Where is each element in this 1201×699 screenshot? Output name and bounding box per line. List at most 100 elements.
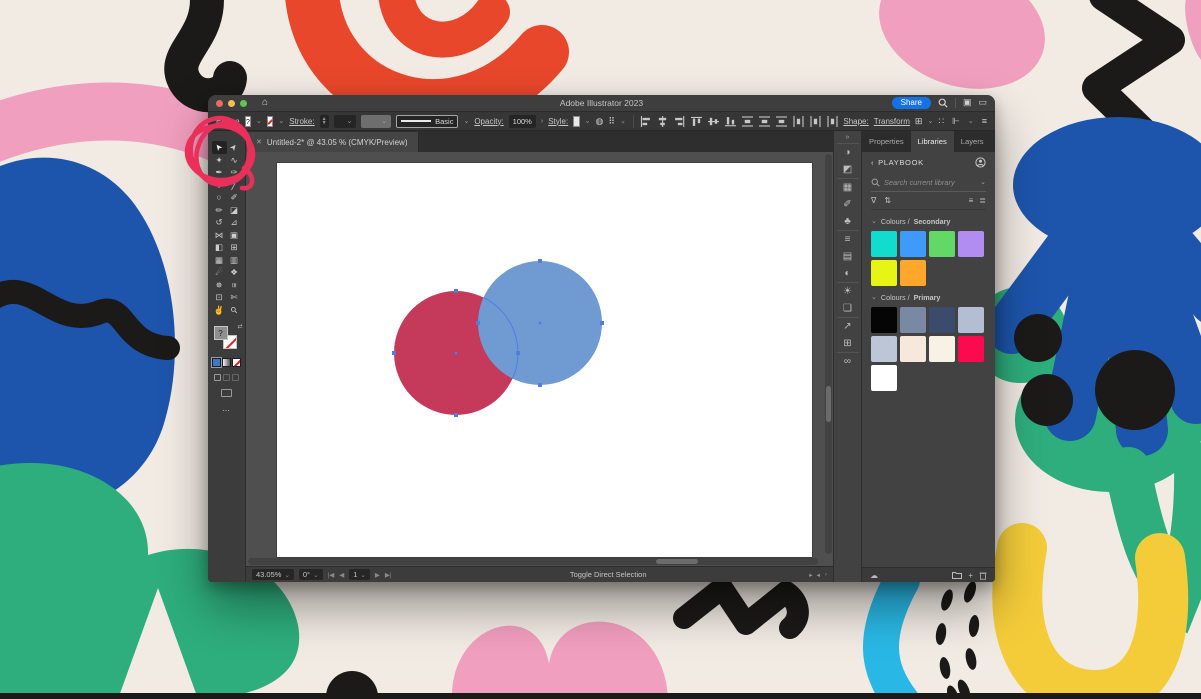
eyedropper-tool[interactable]: ☄ [212,266,227,279]
style-chip[interactable] [573,115,580,127]
swatch[interactable] [929,336,955,362]
swatch[interactable] [958,307,984,333]
swap-fill-stroke-icon[interactable]: ⇄ [237,323,242,330]
shape-label[interactable]: Shape: [843,117,868,126]
style-chevron-icon[interactable]: ⌄ [585,118,591,125]
curvature-tool[interactable]: ✑ [227,166,242,179]
draw-inside-icon[interactable] [232,374,239,381]
screen-mode-button[interactable] [221,389,232,397]
arrange-documents-icon[interactable]: ▭ [978,98,987,107]
align-left-icon[interactable] [640,115,651,127]
tab-properties[interactable]: Properties [862,131,911,152]
add-item-icon[interactable]: + [968,571,973,580]
eraser-tool[interactable]: ◪ [227,204,242,217]
artboard-chevron-icon[interactable]: ⌄ [360,571,365,579]
direct-selection-tool[interactable]: ➤ [227,141,242,154]
tab-close-icon[interactable]: ✕ [256,138,262,146]
snap-chevron-icon[interactable]: ⌄ [968,118,974,125]
fill-chevron-icon[interactable]: ⌄ [256,118,262,125]
distribute-top-icon[interactable] [742,115,754,127]
horizontal-scrollbar[interactable] [248,558,818,565]
magic-wand-tool[interactable]: ✦ [212,154,227,167]
workspace-switcher-icon[interactable]: ▣ [963,98,972,107]
width-profile-dropdown[interactable]: ⌄ [361,114,392,128]
mesh-tool[interactable]: ▦ [212,254,227,267]
rotate-tool[interactable]: ↺ [212,216,227,229]
document-tab[interactable]: ✕ Untitled-2* @ 43.05 % (CMYK/Preview) [246,132,419,152]
pencil-tool[interactable]: ✏ [212,204,227,217]
vertical-scrollbar-thumb[interactable] [826,386,831,422]
opacity-field[interactable]: 100% [508,114,536,128]
swatch[interactable] [871,365,897,391]
swatch[interactable] [871,336,897,362]
fill-stroke-indicator[interactable]: ⇄ ? [213,323,243,352]
brush-definition-dropdown[interactable]: Basic [396,114,459,128]
swatch[interactable] [871,307,897,333]
ellipse-tool[interactable]: ○ [212,191,227,204]
draw-behind-icon[interactable] [223,374,230,381]
gradient-panel-icon[interactable]: ▤ [843,252,852,262]
align-right-icon[interactable] [674,115,685,127]
swatch[interactable] [871,260,897,286]
line-segment-tool[interactable]: ╱ [227,179,242,192]
graphic-styles-icon[interactable]: ❏ [843,304,852,314]
paintbrush-tool[interactable]: ✐ [227,191,242,204]
stroke-label[interactable]: Stroke: [289,117,314,126]
swatch[interactable] [958,336,984,362]
first-artboard-icon[interactable]: |◀ [328,571,335,579]
account-icon[interactable] [975,157,986,168]
distribute-right-icon[interactable] [827,115,838,127]
new-group-folder-icon[interactable] [952,571,963,579]
none-button[interactable] [232,358,241,367]
stroke-color-chip[interactable] [266,115,274,127]
panel-menu-icon[interactable]: ≡ [991,131,995,152]
tab-layers[interactable]: Layers [954,131,991,152]
horizontal-scrollbar-thumb[interactable] [656,559,698,564]
symbol-sprayer-tool[interactable]: ✵ [212,279,227,292]
isolate-selection-icon[interactable]: ⊞ [915,116,923,126]
snap-options-icon[interactable]: ⊩ [952,116,960,126]
section-colours-primary[interactable]: ⌄ Colours / Primary [871,293,986,302]
width-tool[interactable]: ⋈ [212,229,227,242]
brush-chevron-icon[interactable]: ⌄ [463,118,469,125]
share-button[interactable]: Share [891,96,931,110]
artboards-icon[interactable]: ⊞ [843,339,851,349]
stroke-weight-field[interactable]: ⌄ [333,114,357,128]
color-button[interactable] [211,357,222,368]
isolate-chevron-icon[interactable]: ⌄ [927,118,933,125]
type-tool[interactable]: T [212,179,227,192]
library-search[interactable]: Search current library ⌄ [871,173,986,192]
cloud-sync-icon[interactable]: ☁ [870,571,878,580]
sort-icon[interactable]: ⇅ [884,196,891,205]
zoom-chevron-icon[interactable]: ⌄ [284,571,289,579]
stroke-chevron-icon[interactable]: ⌄ [278,118,284,125]
canvas[interactable] [246,152,833,566]
align-bottom-icon[interactable] [725,116,737,127]
vertical-scrollbar[interactable] [825,154,832,554]
swatch[interactable] [900,336,926,362]
align-horizontal-center-icon[interactable] [657,115,668,127]
distribute-vertical-center-icon[interactable] [759,115,771,127]
swatch[interactable] [900,260,926,286]
swatch[interactable] [929,307,955,333]
fill-indicator[interactable]: ? [213,326,228,340]
previous-artboard-icon[interactable]: ◀ [339,571,344,579]
search-icon[interactable] [938,98,948,108]
delete-icon[interactable] [979,571,987,580]
align-top-icon[interactable] [691,116,703,127]
swatch[interactable] [871,231,897,257]
minimize-window-button[interactable] [228,99,235,107]
zoom-level-field[interactable]: 43.05% ⌄ [252,569,294,580]
align-vertical-center-icon[interactable] [708,116,720,127]
swatch[interactable] [900,231,926,257]
next-artboard-icon[interactable]: ▶ [375,571,380,579]
artboard-tool[interactable]: ⊡ [212,291,227,304]
slice-tool[interactable]: ✄ [227,291,242,304]
brushes-icon[interactable]: ✐ [843,200,851,210]
style-label[interactable]: Style: [548,117,568,126]
opacity-label[interactable]: Opacity: [474,117,503,126]
group-view-icon[interactable]: ≡ [969,196,974,205]
align-to-chevron-icon[interactable]: ⌄ [620,118,626,125]
back-icon[interactable]: ‹ [871,158,874,167]
links-icon[interactable]: ∞ [844,357,851,367]
